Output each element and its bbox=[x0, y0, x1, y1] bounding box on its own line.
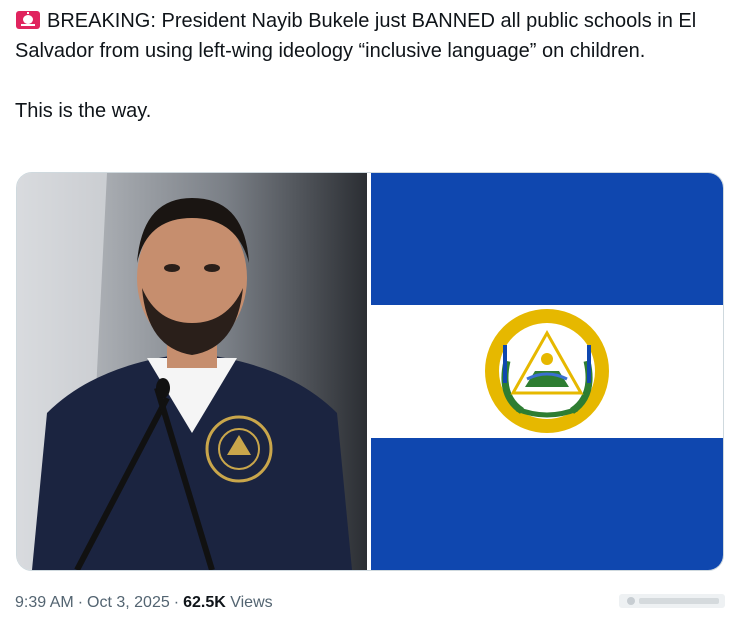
meta-separator: · bbox=[173, 594, 180, 611]
meta-separator: · bbox=[77, 594, 84, 611]
tweet-paragraph-2: This is the way. bbox=[15, 100, 152, 122]
photo-man-at-podium[interactable] bbox=[17, 173, 367, 570]
tweet-media[interactable] bbox=[16, 172, 724, 571]
tweet-paragraph-1: BREAKING: President Nayib Bukele just BA… bbox=[15, 6, 727, 66]
rotating-light-icon bbox=[15, 9, 41, 29]
watermark-logo bbox=[617, 590, 727, 612]
views-count: 62.5K bbox=[183, 594, 226, 611]
tweet-meta: 9:39 AM · Oct 3, 2025 · 62.5K Views bbox=[15, 592, 273, 614]
tweet-time[interactable]: 9:39 AM bbox=[15, 594, 74, 611]
tweet-date[interactable]: Oct 3, 2025 bbox=[87, 594, 170, 611]
el-salvador-flag[interactable] bbox=[371, 173, 723, 570]
tweet-text: BREAKING: President Nayib Bukele just BA… bbox=[15, 6, 727, 126]
tweet-line-1: BREAKING: President Nayib Bukele just BA… bbox=[15, 10, 697, 62]
views-label: Views bbox=[230, 594, 273, 611]
